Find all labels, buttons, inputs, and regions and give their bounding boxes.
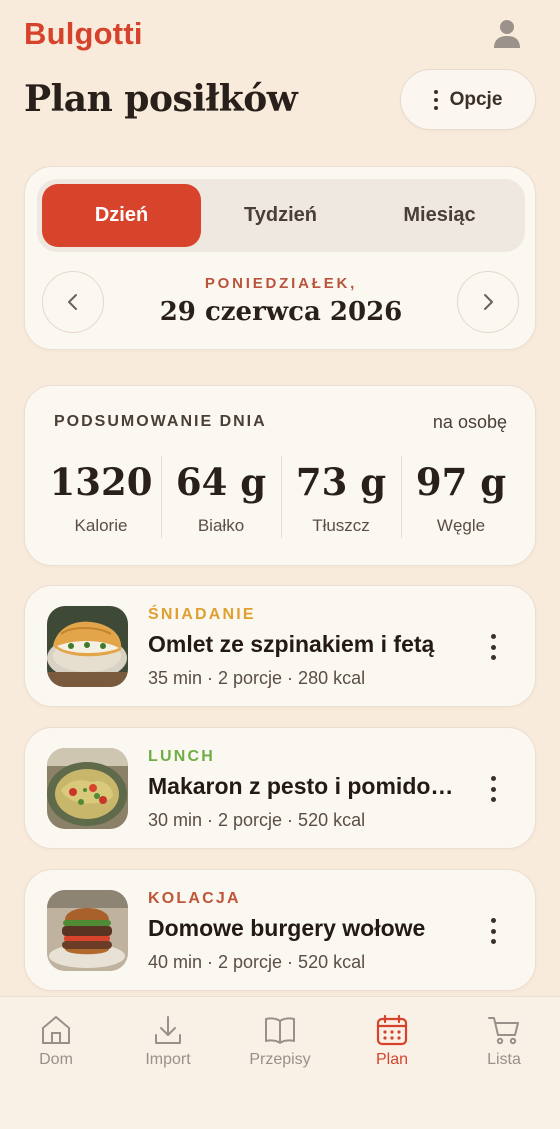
- stat-label: Białko: [197, 516, 245, 535]
- tab-recipes[interactable]: Przepisy: [224, 1013, 336, 1069]
- more-vertical-icon: [433, 89, 438, 110]
- tab-label: Lista: [487, 1051, 521, 1068]
- stat-calories: 1320 Kalorie: [41, 460, 161, 536]
- profile-icon[interactable]: [492, 18, 522, 50]
- meal-card-dinner[interactable]: KOLACJA Domowe burgery wołowe 40 min · 2…: [24, 869, 536, 991]
- bottom-tab-bar: Dom Import Przepisy Plan Lista: [0, 996, 560, 1129]
- home-icon: [42, 1016, 70, 1044]
- stat-label: Kalorie: [74, 516, 128, 535]
- tab-month[interactable]: Miesiąc: [360, 184, 519, 247]
- stat-value: 1320: [49, 460, 153, 504]
- tab-label: Przepisy: [249, 1051, 311, 1068]
- meal-type-label: LUNCH: [148, 748, 215, 765]
- view-segmented-control: Dzień Tydzień Miesiąc: [37, 179, 525, 252]
- omelette-photo: [47, 606, 128, 687]
- meal-card-breakfast[interactable]: ŚNIADANIE Omlet ze szpinakiem i fetą 35 …: [24, 585, 536, 707]
- meal-name: Omlet ze szpinakiem i fetą: [148, 631, 435, 657]
- book-icon: [265, 1017, 295, 1044]
- more-vertical-icon[interactable]: [487, 634, 499, 660]
- date-selector-card: Dzień Tydzień Miesiąc PONIEDZIAŁEK, 29 c…: [24, 166, 536, 350]
- tab-home[interactable]: Dom: [0, 1013, 112, 1069]
- day-summary-card: PODSUMOWANIE DNIA na osobę 1320 Kalorie …: [24, 385, 536, 566]
- stat-carbs: 97 g Węgle: [401, 460, 521, 536]
- meal-type-label: KOLACJA: [148, 890, 241, 907]
- chevron-right-icon: [484, 294, 493, 310]
- stat-label: Węgle: [436, 516, 486, 535]
- next-day-button[interactable]: [457, 271, 519, 333]
- per-person-label: na osobę: [432, 412, 507, 432]
- tab-label: Import: [145, 1051, 191, 1068]
- calendar-icon: [376, 1014, 408, 1046]
- options-label: Opcje: [449, 88, 503, 110]
- brand-logo: Bulgotti: [24, 16, 143, 51]
- tab-day[interactable]: Dzień: [42, 184, 201, 247]
- burger-photo: [47, 890, 128, 971]
- tab-import[interactable]: Import: [112, 1013, 224, 1069]
- page-title: Plan posiłków: [24, 78, 298, 120]
- meal-name: Makaron z pesto i pomidorami: [148, 773, 458, 799]
- pasta-photo: [47, 748, 128, 829]
- stat-value: 97 g: [415, 460, 507, 504]
- summary-title: PODSUMOWANIE DNIA: [54, 413, 267, 430]
- options-button[interactable]: Opcje: [400, 69, 536, 130]
- tab-week[interactable]: Tydzień: [201, 184, 360, 247]
- meal-type-label: ŚNIADANIE: [148, 606, 256, 623]
- cart-icon: [488, 1017, 519, 1045]
- stat-value: 73 g: [295, 460, 387, 504]
- meal-name: Domowe burgery wołowe: [148, 915, 426, 941]
- download-icon: [155, 1016, 181, 1044]
- stat-fat: 73 g Tłuszcz: [281, 460, 401, 536]
- tab-plan[interactable]: Plan: [336, 1013, 448, 1069]
- more-vertical-icon[interactable]: [487, 918, 499, 944]
- stat-protein: 64 g Białko: [161, 460, 281, 536]
- tab-label: Dom: [39, 1051, 73, 1068]
- meal-meta: 30 min · 2 porcje · 520 kcal: [148, 810, 366, 830]
- meal-meta: 40 min · 2 porcje · 520 kcal: [148, 952, 366, 972]
- meal-meta: 35 min · 2 porcje · 280 kcal: [148, 668, 366, 688]
- stat-value: 64 g: [175, 460, 267, 504]
- more-vertical-icon[interactable]: [487, 776, 499, 802]
- tab-list[interactable]: Lista: [448, 1013, 560, 1069]
- stat-label: Tłuszcz: [312, 516, 370, 535]
- tab-label: Plan: [375, 1051, 409, 1068]
- meal-card-lunch[interactable]: LUNCH Makaron z pesto i pomidorami 30 mi…: [24, 727, 536, 849]
